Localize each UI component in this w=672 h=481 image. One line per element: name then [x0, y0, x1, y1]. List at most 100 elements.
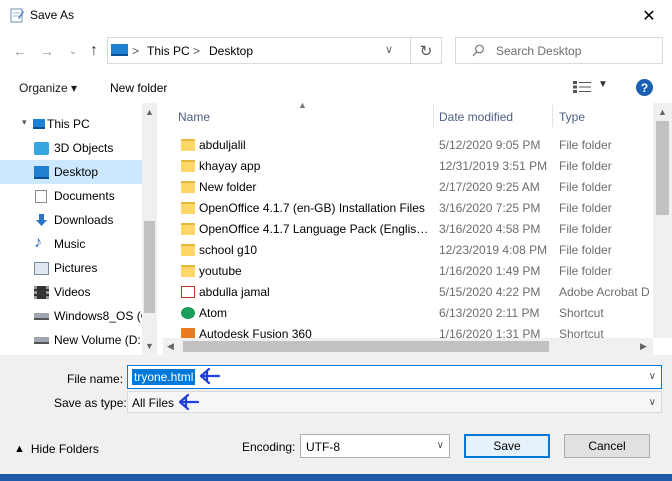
breadcrumb-desktop[interactable]: Desktop	[209, 44, 253, 58]
forward-arrow-icon: →	[40, 43, 54, 59]
file-name: school g10	[199, 243, 258, 257]
scrollbar-thumb[interactable]	[144, 221, 155, 313]
view-dropdown-icon[interactable]: ▼	[598, 79, 608, 90]
chevron-up-icon: ▲	[14, 443, 25, 455]
nav-item-documents[interactable]: Documents	[0, 184, 142, 208]
music-icon: ♪	[34, 234, 42, 251]
column-header-type[interactable]: Type	[553, 103, 653, 129]
file-row[interactable]: khayay app 12/31/2019 3:51 PM File folde…	[163, 156, 653, 177]
address-bar[interactable]: > This PC > Desktop ∨ ↻	[107, 37, 442, 64]
address-dropdown-icon[interactable]: ∨	[385, 43, 393, 56]
chevron-down-icon[interactable]: ∨	[649, 371, 656, 382]
nav-item-label: Desktop	[54, 165, 99, 179]
file-list-vertical-scrollbar[interactable]: ▲	[653, 103, 672, 338]
nav-item-label: 3D Objects	[54, 141, 114, 155]
file-name: New folder	[199, 180, 257, 194]
nav-item-videos[interactable]: Videos	[0, 280, 142, 304]
nav-item-desktop[interactable]: Desktop	[0, 160, 142, 184]
navigation-bar: ← → ⌄ ↑ > This PC > Desktop ∨ ↻ Search D…	[0, 31, 672, 71]
chevron-down-icon[interactable]: ∨	[649, 397, 656, 408]
nav-item-label: New Volume (D:	[54, 333, 141, 347]
scroll-left-icon[interactable]: ◀	[167, 341, 174, 352]
scroll-right-icon[interactable]: ▶	[640, 341, 647, 352]
file-date: 5/15/2020 4:22 PM	[439, 285, 541, 299]
nav-item-downloads[interactable]: Downloads	[0, 208, 142, 232]
pc-icon	[111, 44, 128, 56]
file-type: File folder	[559, 180, 612, 194]
pc-icon	[33, 119, 45, 129]
scrollbar-thumb[interactable]	[183, 341, 549, 352]
save-type-select[interactable]: All Files ∨	[127, 391, 662, 413]
view-options-icon[interactable]	[573, 81, 593, 93]
file-row[interactable]: youtube 1/16/2020 1:49 PM File folder	[163, 261, 653, 282]
nav-item-this-pc[interactable]: ▾ This PC	[0, 112, 142, 136]
new-folder-button[interactable]: New folder	[110, 81, 167, 95]
file-name: OpenOffice 4.1.7 (en-GB) Installation Fi…	[199, 201, 425, 215]
search-placeholder: Search Desktop	[496, 44, 582, 58]
up-button[interactable]: ↑	[84, 41, 104, 61]
search-input[interactable]: Search Desktop	[455, 37, 663, 64]
folder-icon	[181, 202, 195, 214]
forward-button[interactable]: →	[37, 41, 57, 61]
refresh-icon: ↻	[419, 42, 433, 60]
file-list-horizontal-scrollbar[interactable]: ◀ ▶	[163, 338, 653, 355]
file-row[interactable]: New folder 2/17/2020 9:25 AM File folder	[163, 177, 653, 198]
folder-icon	[181, 160, 195, 172]
expand-chevron-icon[interactable]: ▾	[22, 117, 27, 128]
videos-icon	[34, 286, 49, 299]
close-icon: ✕	[642, 7, 656, 25]
filename-value[interactable]: tryone.html	[132, 369, 196, 385]
breadcrumb-this-pc[interactable]: This PC	[147, 44, 190, 58]
close-button[interactable]: ✕	[626, 0, 672, 31]
command-toolbar: Organize ▾ New folder ▼ ?	[0, 71, 672, 103]
column-header-name[interactable]: Name	[163, 103, 433, 129]
3d-objects-icon	[34, 142, 49, 155]
nav-item-label: Pictures	[54, 261, 98, 275]
chevron-down-icon[interactable]: ∨	[437, 440, 444, 451]
file-date: 3/16/2020 7:25 PM	[439, 201, 541, 215]
scrollbar-thumb[interactable]	[656, 121, 669, 215]
nav-item-music[interactable]: ♪ Music	[0, 232, 142, 256]
column-header-date[interactable]: Date modified	[434, 103, 552, 129]
file-date: 12/23/2019 4:08 PM	[439, 243, 548, 257]
file-type: File folder	[559, 201, 612, 215]
scroll-up-icon[interactable]: ▲	[145, 107, 154, 117]
nav-item-new-volume[interactable]: New Volume (D:	[0, 328, 142, 352]
nav-item-pictures[interactable]: Pictures	[0, 256, 142, 280]
file-row[interactable]: OpenOffice 4.1.7 (en-GB) Installation Fi…	[163, 198, 653, 219]
file-date: 6/13/2020 2:11 PM	[439, 306, 540, 320]
breadcrumb-separator: >	[193, 44, 201, 58]
file-row[interactable]: school g10 12/23/2019 4:08 PM File folde…	[163, 240, 653, 261]
nav-item-label: Windows8_OS (C	[54, 309, 150, 323]
nav-item-windows-drive[interactable]: Windows8_OS (C	[0, 304, 149, 328]
organize-menu-button[interactable]: Organize ▾	[19, 81, 77, 95]
file-row[interactable]: abduljalil 5/12/2020 9:05 PM File folder	[163, 135, 653, 156]
save-form: File name: tryone.html ∨ Save as type: A…	[0, 355, 672, 474]
encoding-select[interactable]: UTF-8 ∨	[300, 434, 450, 458]
help-icon[interactable]: ?	[636, 79, 653, 96]
file-row[interactable]: abdulla jamal 5/15/2020 4:22 PM Adobe Ac…	[163, 282, 653, 303]
file-type: Adobe Acrobat D	[559, 285, 650, 299]
downloads-icon	[36, 214, 47, 226]
hide-folders-button[interactable]: ▲ Hide Folders	[14, 442, 99, 456]
annotation-arrow-icon	[178, 393, 200, 411]
save-button[interactable]: Save	[464, 434, 550, 458]
cancel-button[interactable]: Cancel	[564, 434, 650, 458]
encoding-label: Encoding:	[242, 440, 296, 454]
file-date: 12/31/2019 3:51 PM	[439, 159, 548, 173]
recent-locations-button[interactable]: ⌄	[63, 41, 83, 61]
nav-item-label: Downloads	[54, 213, 114, 227]
scroll-up-icon[interactable]: ▲	[658, 107, 667, 117]
nav-item-3d-objects[interactable]: 3D Objects	[0, 136, 142, 160]
folder-icon	[181, 181, 195, 193]
file-row[interactable]: OpenOffice 4.1.7 Language Pack (English.…	[163, 219, 653, 240]
file-date: 2/17/2020 9:25 AM	[439, 180, 540, 194]
scroll-down-icon[interactable]: ▼	[145, 341, 154, 351]
back-arrow-icon: ←	[13, 43, 27, 59]
refresh-button[interactable]: ↻	[410, 38, 441, 63]
address-separator: >	[132, 44, 140, 58]
folder-icon	[181, 139, 195, 151]
file-row[interactable]: Atom 6/13/2020 2:11 PM Shortcut	[163, 303, 653, 324]
back-button[interactable]: ←	[10, 41, 30, 61]
nav-scrollbar[interactable]: ▲ ▼	[142, 103, 157, 355]
